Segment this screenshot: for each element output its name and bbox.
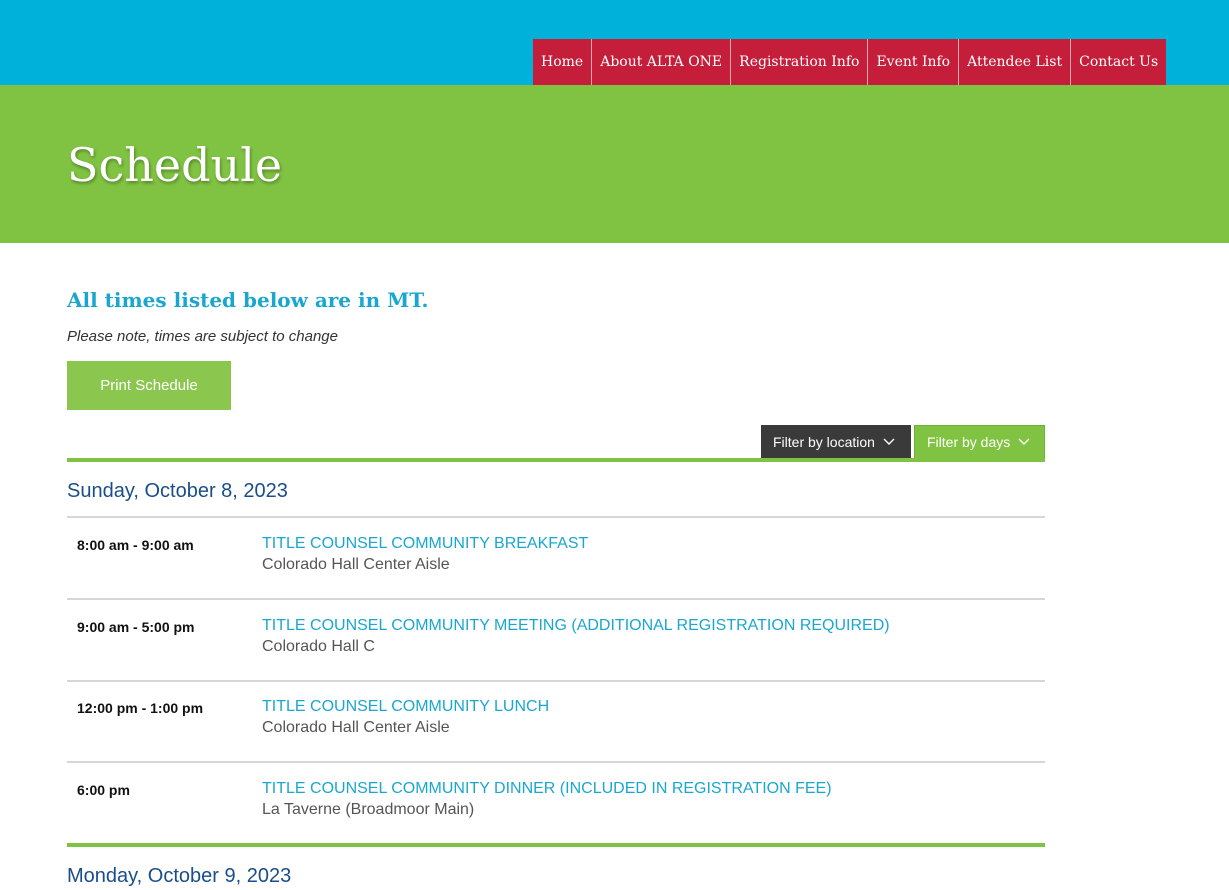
filter-location-label: Filter by location xyxy=(773,434,875,450)
chevron-down-icon xyxy=(883,438,895,446)
filter-days-label: Filter by days xyxy=(927,434,1011,450)
schedule-row: 12:00 pm - 1:00 pm TITLE COUNSEL COMMUNI… xyxy=(67,681,1045,763)
event-time: 8:00 am - 9:00 am xyxy=(77,537,194,553)
schedule-row: 8:00 am - 9:00 am TITLE COUNSEL COMMUNIT… xyxy=(67,518,1045,600)
event-title-link[interactable]: TITLE COUNSEL COMMUNITY MEETING (ADDITIO… xyxy=(262,616,890,636)
timezone-notice-subtext: Please note, times are subject to change xyxy=(67,328,338,345)
event-time: 9:00 am - 5:00 pm xyxy=(77,619,195,635)
nav-item-registration-info[interactable]: Registration Info xyxy=(731,39,869,85)
schedule-row: 6:00 pm TITLE COUNSEL COMMUNITY DINNER (… xyxy=(67,763,1045,845)
event-time: 6:00 pm xyxy=(77,782,130,798)
day-divider xyxy=(67,458,1045,462)
event-title-link[interactable]: TITLE COUNSEL COMMUNITY LUNCH xyxy=(262,697,549,717)
top-header-bar: Home About ALTA ONE Registration Info Ev… xyxy=(0,0,1229,85)
nav-item-attendee-list[interactable]: Attendee List xyxy=(959,39,1072,85)
filter-by-location-dropdown[interactable]: Filter by location xyxy=(761,425,911,459)
event-title-link[interactable]: TITLE COUNSEL COMMUNITY DINNER (INCLUDED… xyxy=(262,779,832,799)
event-location: La Taverne (Broadmoor Main) xyxy=(262,801,475,818)
hero-banner: Schedule xyxy=(0,85,1229,243)
nav-item-event-info[interactable]: Event Info xyxy=(868,39,960,85)
event-location: Colorado Hall Center Aisle xyxy=(262,556,450,573)
chevron-down-icon xyxy=(1018,438,1030,446)
day-heading: Monday, October 9, 2023 xyxy=(67,865,292,887)
nav-item-home[interactable]: Home xyxy=(533,39,593,85)
day-divider xyxy=(67,843,1045,847)
schedule-row: 9:00 am - 5:00 pm TITLE COUNSEL COMMUNIT… xyxy=(67,600,1045,682)
event-location: Colorado Hall Center Aisle xyxy=(262,719,450,736)
print-schedule-button[interactable]: Print Schedule xyxy=(67,361,231,410)
event-location: Colorado Hall C xyxy=(262,638,375,655)
day-heading: Sunday, October 8, 2023 xyxy=(67,480,288,502)
nav-item-about[interactable]: About ALTA ONE xyxy=(592,39,732,85)
nav-item-contact-us[interactable]: Contact Us xyxy=(1071,39,1166,85)
page-title: Schedule xyxy=(67,138,283,192)
timezone-notice-heading: All times listed below are in MT. xyxy=(67,288,429,312)
filter-by-days-dropdown[interactable]: Filter by days xyxy=(914,425,1045,459)
event-time: 12:00 pm - 1:00 pm xyxy=(77,700,204,716)
main-nav: Home About ALTA ONE Registration Info Ev… xyxy=(533,39,1167,85)
event-title-link[interactable]: TITLE COUNSEL COMMUNITY BREAKFAST xyxy=(262,534,588,554)
